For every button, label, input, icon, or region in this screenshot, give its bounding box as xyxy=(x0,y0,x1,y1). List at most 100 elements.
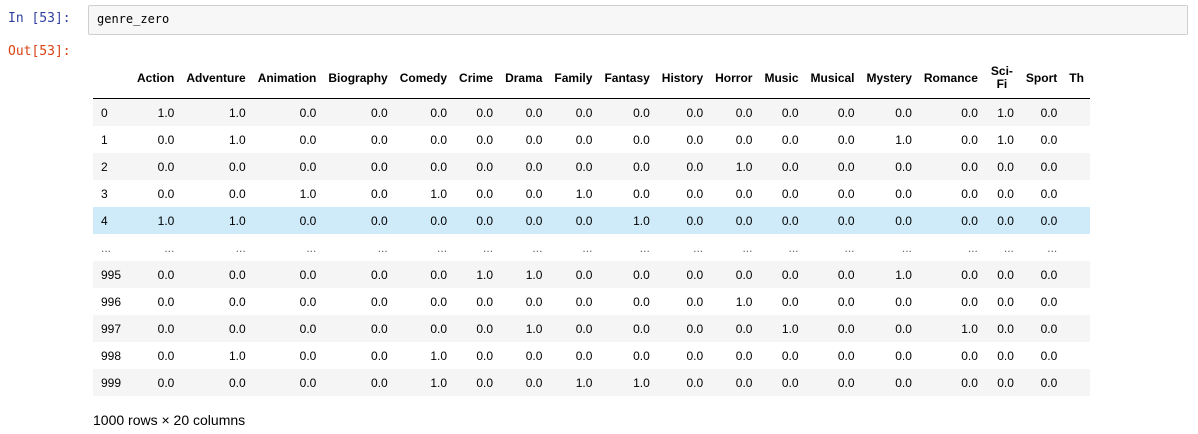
row-index: 995 xyxy=(101,267,122,282)
table-cell: 0.0 xyxy=(371,186,388,201)
table-cell: 0.0 xyxy=(430,159,448,174)
column-header: Drama xyxy=(499,58,549,99)
column-header: Biography xyxy=(322,58,394,99)
table-cell: 0.0 xyxy=(735,186,753,201)
table-cell: 0.0 xyxy=(371,375,388,390)
table-cell: 1.0 xyxy=(997,105,1014,120)
column-header: Romance xyxy=(917,58,984,99)
table-cell: 0.0 xyxy=(1040,105,1058,120)
table-cell: 0.0 xyxy=(229,321,246,336)
table-cell: 0.0 xyxy=(633,321,650,336)
table-row: 998 0.0 1.0 0.0 0.0 1.0 0.0 0.0 0.0 0.0 0.0 0.0 0.0 0… xyxy=(93,342,1090,369)
table-cell: ... xyxy=(901,240,912,255)
table-cell: ... xyxy=(235,240,246,255)
table-cell: 0.0 xyxy=(686,321,704,336)
table-row: 4 1.0 1.0 0.0 0.0 0.0 0.0 0.0 0.0 1.0 0.0 0.0 0.0 0.0… xyxy=(93,207,1090,234)
table-cell: 0.0 xyxy=(686,105,704,120)
table-row: 995 0.0 0.0 0.0 0.0 0.0 1.0 1.0 0.0 0.0 0.0 0.0 0.0 0… xyxy=(93,261,1090,288)
table-cell: 0.0 xyxy=(476,294,494,309)
table-cell: 1.0 xyxy=(575,186,593,201)
table-cell: ... xyxy=(844,240,855,255)
table-row: 2 0.0 0.0 0.0 0.0 0.0 0.0 0.0 0.0 0.0 0.0 1.0 0.0 0.0… xyxy=(93,153,1090,180)
table-cell: 0.0 xyxy=(476,186,494,201)
table-cell: 0.0 xyxy=(997,294,1014,309)
table-cell: 0.0 xyxy=(157,186,175,201)
table-cell: 0.0 xyxy=(686,294,704,309)
table-cell: 0.0 xyxy=(157,321,175,336)
row-index: 2 xyxy=(101,159,108,174)
table-cell: 1.0 xyxy=(575,375,593,390)
table-cell: 0.0 xyxy=(895,321,912,336)
table-cell: 0.0 xyxy=(476,348,494,363)
output-prompt: Out[53]: xyxy=(8,44,71,59)
table-cell: 1.0 xyxy=(430,348,448,363)
table-cell: 0.0 xyxy=(961,348,978,363)
table-cell: 0.0 xyxy=(299,375,317,390)
table-cell: 0.0 xyxy=(1040,348,1058,363)
table-cell: 0.0 xyxy=(371,159,388,174)
column-header: Sport xyxy=(1019,58,1064,99)
table-cell: ... xyxy=(967,240,978,255)
table-cell: 1.0 xyxy=(157,105,175,120)
table-cell: ... xyxy=(582,240,593,255)
code-input-cell[interactable]: genre_zero xyxy=(88,5,1188,35)
table-cell: 0.0 xyxy=(299,159,317,174)
column-header: Family xyxy=(548,58,599,99)
table-header-row: Action Adventure Animation Biography Comedy C… xyxy=(93,58,1090,99)
table-row: 0 1.0 1.0 0.0 0.0 0.0 0.0 0.0 0.0 0.0 0.0 0.0 0.0 0.0… xyxy=(93,98,1090,126)
table-cell: 0.0 xyxy=(371,267,388,282)
table-cell: 1.0 xyxy=(525,321,543,336)
table-cell: 0.0 xyxy=(781,348,799,363)
table-cell: 0.0 xyxy=(371,294,388,309)
table-cell: 0.0 xyxy=(633,267,650,282)
table-cell: 0.0 xyxy=(961,186,978,201)
table-cell: 0.0 xyxy=(735,321,753,336)
table-cell: 0.0 xyxy=(997,375,1014,390)
dataframe-shape-summary: 1000 rows × 20 columns xyxy=(93,412,246,428)
table-cell: 0.0 xyxy=(299,213,317,228)
table-cell: 0.0 xyxy=(371,213,388,228)
table-cell: 0.0 xyxy=(299,267,317,282)
dataframe-output: Action Adventure Animation Biography Comedy C… xyxy=(93,58,1198,434)
input-prompt: In [53]: xyxy=(8,11,71,26)
table-cell: 0.0 xyxy=(157,294,175,309)
column-header: Crime xyxy=(453,58,500,99)
table-cell: 0.0 xyxy=(895,186,912,201)
table-cell: 0.0 xyxy=(837,213,855,228)
table-cell: 0.0 xyxy=(781,186,799,201)
table-cell: 0.0 xyxy=(735,105,753,120)
table-cell: 0.0 xyxy=(961,105,978,120)
table-cell: 0.0 xyxy=(575,213,593,228)
table-cell: 0.0 xyxy=(633,132,650,147)
table-cell: 0.0 xyxy=(895,375,912,390)
table-cell: 0.0 xyxy=(735,132,753,147)
column-header: Animation xyxy=(251,58,323,99)
table-cell: 0.0 xyxy=(895,105,912,120)
table-cell: 1.0 xyxy=(895,132,912,147)
table-cell: 0.0 xyxy=(735,267,753,282)
table-cell: 0.0 xyxy=(229,186,246,201)
table-cell: 0.0 xyxy=(575,267,593,282)
table-cell: 0.0 xyxy=(157,132,175,147)
table-cell: 1.0 xyxy=(229,348,246,363)
table-cell: 0.0 xyxy=(997,159,1014,174)
table-cell: 0.0 xyxy=(1040,294,1058,309)
table-cell: 0.0 xyxy=(430,294,448,309)
table-cell xyxy=(1063,207,1090,234)
table-cell: 0.0 xyxy=(299,348,317,363)
table-cell: 0.0 xyxy=(525,294,543,309)
table-cell: 0.0 xyxy=(299,132,317,147)
table-cell: 0.0 xyxy=(229,375,246,390)
column-header: Horror xyxy=(709,58,759,99)
row-index: 998 xyxy=(101,348,122,363)
table-cell: 0.0 xyxy=(575,321,593,336)
table-cell: 0.0 xyxy=(633,348,650,363)
table-cell: 0.0 xyxy=(781,375,799,390)
table-cell: ... xyxy=(483,240,494,255)
table-cell: 0.0 xyxy=(781,213,799,228)
table-cell: 0.0 xyxy=(837,321,855,336)
table-cell: 0.0 xyxy=(476,213,494,228)
table-cell: 0.0 xyxy=(1040,321,1058,336)
table-cell: 0.0 xyxy=(476,105,494,120)
table-cell: 0.0 xyxy=(781,159,799,174)
